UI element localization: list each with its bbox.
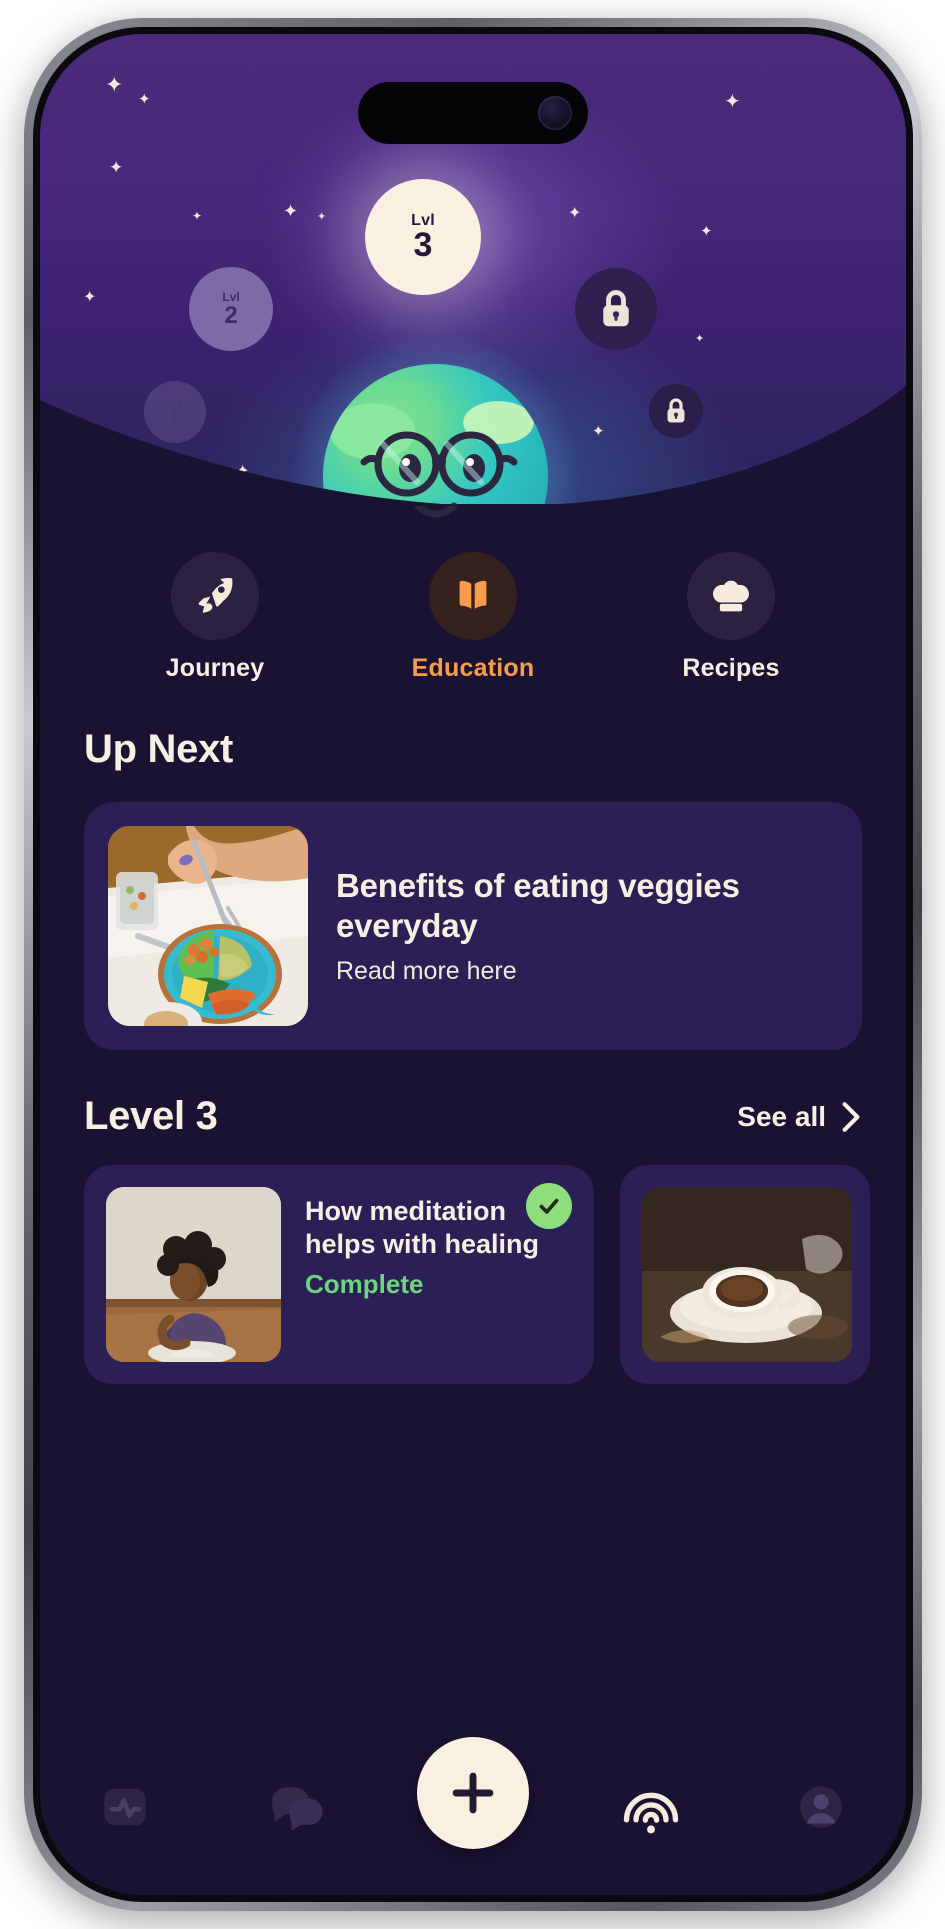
level-bubble-2[interactable]: Lvl 2 xyxy=(189,267,273,351)
locked-level-large[interactable] xyxy=(575,268,657,350)
tab-journey-label: Journey xyxy=(165,654,265,682)
star-decoration: ✦ xyxy=(724,91,741,113)
up-next-header: Up Next xyxy=(40,727,906,772)
star-decoration: ✦ xyxy=(568,205,582,222)
star-decoration: ✦ xyxy=(83,289,97,306)
phone-bezel: ✦ ✦ ✦ ✦ ✦ ✦ ✦ ✦ ✦ ✦ ✦ ✦ ✦ ✦ xyxy=(33,27,913,1902)
cup-of-coffee-image xyxy=(642,1187,852,1362)
star-decoration: ✦ xyxy=(700,223,713,240)
level-heading: Level 3 xyxy=(84,1094,218,1138)
app-content: Journey Education Recipes Up Next Benefi… xyxy=(40,504,906,1895)
level-card-list[interactable]: How meditation helps with healing Comple… xyxy=(40,1165,906,1384)
level-section-header: Level 3 See all xyxy=(40,1094,906,1139)
tab-recipes-icon-circle xyxy=(687,552,775,640)
see-all-button[interactable]: See all xyxy=(737,1101,862,1133)
front-camera-icon xyxy=(538,96,572,130)
lesson-thumbnail xyxy=(642,1187,852,1362)
up-next-text: Benefits of eating veggies everyday Read… xyxy=(336,866,838,986)
plus-icon xyxy=(452,1772,494,1814)
tab-education-label: Education xyxy=(411,654,535,682)
level-2-value: 2 xyxy=(224,302,238,329)
nav-profile[interactable] xyxy=(773,1759,869,1855)
phone-screen: ✦ ✦ ✦ ✦ ✦ ✦ ✦ ✦ ✦ ✦ ✦ ✦ ✦ ✦ xyxy=(40,34,906,1895)
up-next-card[interactable]: Benefits of eating veggies everyday Read… xyxy=(84,802,862,1050)
hero-wave-divider xyxy=(40,386,906,506)
level-3-value: 3 xyxy=(413,226,433,264)
lesson-thumbnail xyxy=(106,1187,281,1362)
phone-device-frame: ✦ ✦ ✦ ✦ ✦ ✦ ✦ ✦ ✦ ✦ ✦ ✦ ✦ ✦ xyxy=(24,18,922,1911)
up-next-title: Benefits of eating veggies everyday xyxy=(336,866,740,944)
nav-sounds[interactable] xyxy=(603,1759,699,1855)
pulse-icon xyxy=(104,1788,146,1826)
nav-activity[interactable] xyxy=(77,1759,173,1855)
star-decoration: ✦ xyxy=(138,91,151,108)
chevron-right-icon xyxy=(842,1101,860,1132)
up-next-heading: Up Next xyxy=(84,727,234,771)
lesson-status: Complete xyxy=(305,1268,424,1299)
tab-recipes[interactable]: Recipes xyxy=(656,552,806,683)
star-decoration: ✦ xyxy=(192,209,203,223)
check-circle-icon xyxy=(539,1198,559,1214)
star-decoration: ✦ xyxy=(105,72,124,97)
tab-journey[interactable]: Journey xyxy=(140,552,290,683)
tab-journey-icon-circle xyxy=(171,552,259,640)
star-decoration: ✦ xyxy=(283,201,299,221)
screenshot-root: ✦ ✦ ✦ ✦ ✦ ✦ ✦ ✦ ✦ ✦ ✦ ✦ ✦ ✦ xyxy=(0,0,945,1929)
star-decoration: ✦ xyxy=(317,211,327,223)
lock-icon xyxy=(603,290,629,327)
level-bubble-3[interactable]: Lvl 3 xyxy=(365,179,481,295)
star-decoration: ✦ xyxy=(109,158,124,177)
rocket-icon xyxy=(198,577,233,613)
lesson-card[interactable]: How meditation helps with healing Comple… xyxy=(84,1165,594,1384)
up-next-thumbnail xyxy=(108,826,308,1026)
star-decoration: ✦ xyxy=(695,333,705,345)
up-next-subtitle: Read more here xyxy=(336,957,517,986)
dynamic-island xyxy=(358,82,588,144)
add-button[interactable] xyxy=(417,1737,529,1849)
chat-icon xyxy=(272,1787,323,1831)
see-all-label: See all xyxy=(737,1100,826,1132)
nav-chat[interactable] xyxy=(247,1759,343,1855)
chef-hat-icon xyxy=(712,580,749,612)
rainbow-icon xyxy=(623,1792,679,1834)
person-eating-veggie-bowl-image xyxy=(108,826,308,1026)
person-icon xyxy=(800,1786,842,1828)
lesson-complete-badge xyxy=(526,1183,572,1229)
up-next-card-wrap: Benefits of eating veggies everyday Read… xyxy=(40,802,906,1050)
woman-meditating-image xyxy=(106,1187,281,1362)
tab-recipes-label: Recipes xyxy=(682,654,780,682)
lesson-card[interactable] xyxy=(620,1165,870,1384)
